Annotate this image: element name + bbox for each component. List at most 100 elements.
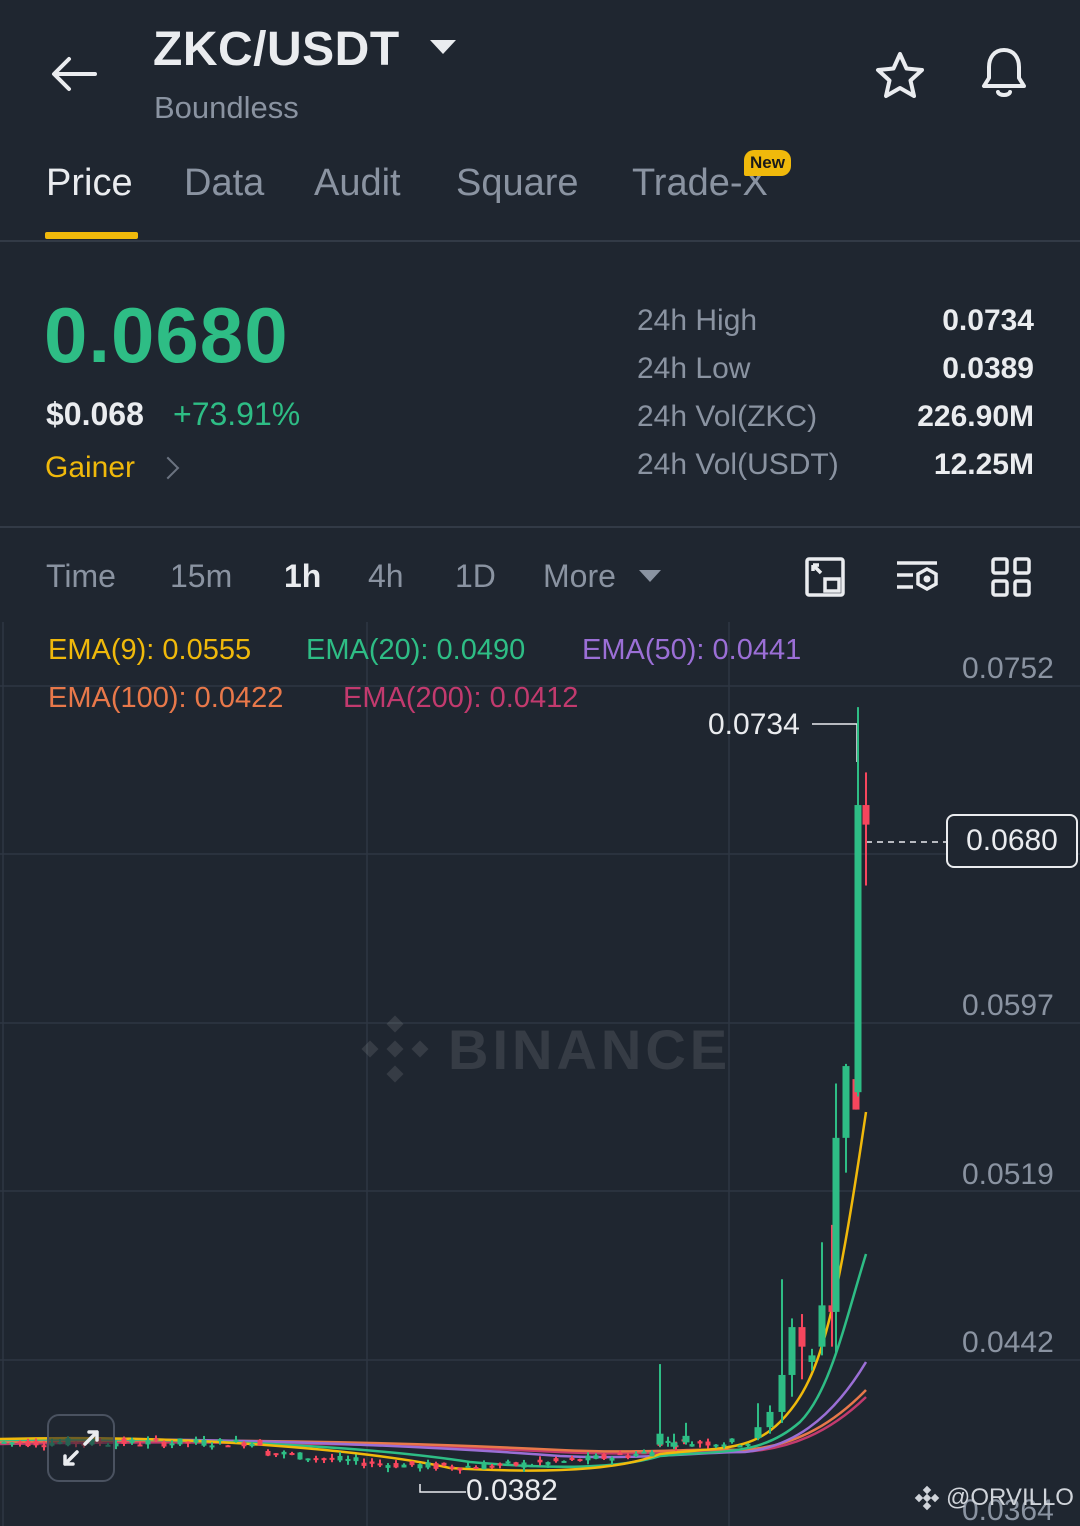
candle-body <box>682 1435 690 1443</box>
candle-body <box>601 1454 607 1459</box>
candle-body <box>649 1452 655 1457</box>
candle-body <box>297 1452 303 1460</box>
candle-body <box>345 1459 351 1462</box>
pair-title[interactable]: ZKC/USDT <box>153 22 400 77</box>
candle-body <box>305 1458 311 1461</box>
candle-body <box>249 1443 255 1447</box>
candle-body <box>481 1464 487 1470</box>
caret-down-icon[interactable] <box>639 570 661 582</box>
y-axis-tick: 0.0442 <box>962 1326 1054 1359</box>
stat-label-vol-zkc: 24h Vol(ZKC) <box>637 400 818 433</box>
tf-1h[interactable]: 1h <box>284 558 321 595</box>
credit-text: @ORVILLO <box>946 1484 1074 1511</box>
back-arrow-icon[interactable] <box>44 44 104 104</box>
stat-label-high: 24h High <box>637 304 758 337</box>
candle-body <box>313 1458 319 1461</box>
candle-body <box>473 1467 479 1470</box>
tab-square[interactable]: Square <box>456 162 579 205</box>
candle-body <box>241 1442 247 1447</box>
price-chart[interactable]: EMA(9): 0.0555 EMA(20): 0.0490 EMA(50): … <box>0 622 1080 1526</box>
header: ZKC/USDT Boundless <box>0 0 1080 140</box>
bell-icon[interactable] <box>972 40 1036 104</box>
candle-body <box>862 805 870 825</box>
candle-body <box>808 1355 816 1362</box>
stat-value-vol-usdt: 12.25M <box>933 448 1034 481</box>
candle-body <box>577 1459 583 1462</box>
candle-body <box>217 1439 223 1442</box>
tf-1d[interactable]: 1D <box>455 558 496 595</box>
expand-icon[interactable] <box>47 1414 115 1482</box>
candle-body <box>377 1463 383 1466</box>
star-icon[interactable] <box>868 44 932 108</box>
candle-body <box>33 1440 39 1446</box>
candle-body <box>670 1442 678 1447</box>
price-summary: 0.0680 $0.068 +73.91% Gainer 24h High 0.… <box>0 244 1080 528</box>
tf-time[interactable]: Time <box>46 558 116 595</box>
candle-body <box>788 1327 796 1375</box>
tf-more[interactable]: More <box>543 558 616 595</box>
candle-body <box>409 1461 415 1466</box>
candle-body <box>521 1462 527 1468</box>
stat-value-high: 0.0734 <box>942 304 1034 337</box>
candle-body <box>537 1459 543 1463</box>
chart-type-icon[interactable] <box>800 552 850 602</box>
candle-body <box>656 1433 664 1445</box>
change-percent: +73.91% <box>173 396 301 432</box>
stat-label-low: 24h Low <box>637 352 751 385</box>
tab-bar: Price Data Audit Square Trade-X <box>0 150 1080 242</box>
candle-body <box>17 1441 23 1444</box>
candle-body <box>137 1444 143 1447</box>
candle-body <box>713 1444 719 1447</box>
candles-group <box>1 707 870 1474</box>
ema200-label: EMA(200): 0.0412 <box>343 682 579 714</box>
watermark-text: BINANCE <box>448 1017 732 1081</box>
low-marker-label: 0.0382 <box>466 1474 558 1507</box>
candle-body <box>737 1445 743 1448</box>
candle-body <box>705 1441 711 1446</box>
tab-audit[interactable]: Audit <box>314 162 401 205</box>
candle-body <box>766 1411 774 1428</box>
candle-body <box>513 1462 519 1466</box>
ema100-label: EMA(100): 0.0422 <box>48 682 284 714</box>
y-axis-tick: 0.0519 <box>962 1158 1054 1191</box>
candle-body <box>401 1464 407 1468</box>
credit-watermark: @ORVILLO <box>914 1484 1074 1512</box>
candle-body <box>369 1461 375 1464</box>
tab-data[interactable]: Data <box>184 162 264 205</box>
grid-layout-icon[interactable] <box>986 552 1036 602</box>
tf-15m[interactable]: 15m <box>170 558 232 595</box>
candle-body <box>209 1445 215 1448</box>
stat-value-low: 0.0389 <box>942 352 1034 385</box>
candle-body <box>329 1457 335 1460</box>
indicator-settings-icon[interactable] <box>892 552 942 602</box>
candle-body <box>177 1438 183 1445</box>
binance-logo-icon <box>914 1485 940 1511</box>
candle-body <box>529 1465 535 1468</box>
candle-body <box>257 1439 263 1446</box>
candle-body <box>832 1137 840 1312</box>
tab-price[interactable]: Price <box>46 162 133 205</box>
candle-body <box>465 1465 471 1468</box>
candle-body <box>633 1453 639 1457</box>
candle-body <box>449 1466 455 1469</box>
tf-4h[interactable]: 4h <box>368 558 404 595</box>
candle-body <box>489 1465 495 1468</box>
candle-body <box>353 1457 359 1462</box>
candle-body <box>697 1441 703 1444</box>
new-badge: New <box>744 150 791 176</box>
chevron-right-icon[interactable] <box>156 456 180 480</box>
candle-body <box>497 1463 503 1466</box>
candle-body <box>121 1438 127 1444</box>
candle-body <box>161 1441 167 1447</box>
caret-down-icon[interactable] <box>430 40 456 54</box>
candle-body <box>145 1440 151 1445</box>
candle-body <box>233 1439 239 1443</box>
timeframe-bar: Time 15m 1h 4h 1D More <box>0 530 1080 622</box>
candle-body <box>9 1442 15 1445</box>
candle-body <box>129 1439 135 1443</box>
high-marker-label: 0.0734 <box>708 708 800 741</box>
candle-body <box>625 1455 631 1458</box>
candle-body <box>273 1453 279 1456</box>
candle-body <box>561 1460 567 1463</box>
gainer-tag[interactable]: Gainer <box>45 451 135 485</box>
